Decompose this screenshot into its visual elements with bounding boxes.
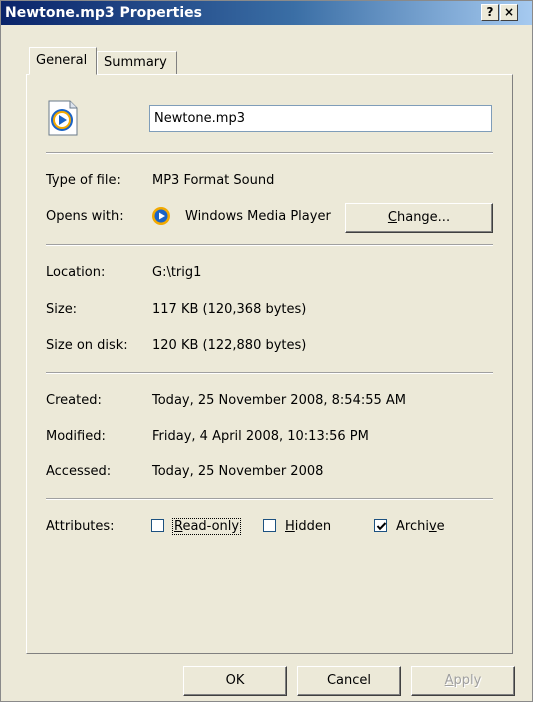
- separator: [46, 152, 493, 154]
- help-button[interactable]: ?: [481, 4, 499, 21]
- change-label: hange...: [396, 210, 451, 225]
- size-on-disk-label: Size on disk:: [46, 338, 128, 353]
- windows-media-file-icon: [46, 99, 80, 141]
- hidden-label[interactable]: Hidden: [285, 519, 331, 534]
- hidden-accelerator: H: [285, 519, 295, 534]
- size-label: Size:: [46, 302, 78, 317]
- read-only-label[interactable]: Read-only: [171, 518, 242, 535]
- title-bar[interactable]: Newtone.mp3 Properties: [1, 1, 532, 25]
- size-value: 117 KB (120,368 bytes): [152, 302, 307, 317]
- close-button[interactable]: ×: [500, 4, 518, 21]
- read-only-text: ead-only: [182, 519, 240, 534]
- ok-button[interactable]: OK: [183, 666, 287, 696]
- opens-with-value: Windows Media Player: [185, 209, 331, 224]
- archive-accelerator: v: [428, 519, 437, 534]
- change-button[interactable]: Change...: [345, 203, 493, 233]
- general-tab-panel: [26, 74, 513, 654]
- separator: [46, 372, 493, 374]
- window-title: Newtone.mp3 Properties: [5, 5, 202, 21]
- type-of-file-value: MP3 Format Sound: [152, 173, 275, 188]
- close-icon: ×: [503, 5, 515, 19]
- modified-label: Modified:: [46, 429, 106, 444]
- windows-media-player-icon: [151, 206, 171, 230]
- archive-text-start: Archi: [396, 519, 429, 534]
- created-value: Today, 25 November 2008, 8:54:55 AM: [152, 393, 407, 408]
- file-name-input[interactable]: [149, 105, 492, 132]
- created-label: Created:: [46, 393, 102, 408]
- read-only-checkbox[interactable]: [151, 519, 164, 532]
- apply-accelerator: A: [444, 673, 454, 688]
- modified-value: Friday, 4 April 2008, 10:13:56 PM: [152, 429, 369, 444]
- cancel-label: Cancel: [326, 673, 372, 688]
- separator: [46, 244, 493, 246]
- archive-checkbox[interactable]: [374, 519, 387, 532]
- apply-button[interactable]: Apply: [411, 666, 515, 696]
- opens-with-label: Opens with:: [46, 209, 124, 224]
- change-accelerator: C: [387, 210, 397, 225]
- tab-general[interactable]: General: [29, 47, 97, 75]
- type-of-file-label: Type of file:: [46, 173, 121, 188]
- help-icon: ?: [486, 5, 494, 19]
- location-label: Location:: [46, 265, 106, 280]
- archive-label[interactable]: Archive: [396, 519, 445, 534]
- attributes-label: Attributes:: [46, 519, 115, 534]
- size-on-disk-value: 120 KB (122,880 bytes): [152, 338, 307, 353]
- hidden-text: idden: [294, 519, 332, 534]
- apply-label: pply: [453, 673, 482, 688]
- properties-dialog: Newtone.mp3 Properties ? × General Summa…: [0, 0, 533, 702]
- accessed-label: Accessed:: [46, 464, 112, 479]
- hidden-checkbox[interactable]: [263, 519, 276, 532]
- checkmark-icon: [376, 522, 387, 531]
- tab-summary-label: Summary: [104, 55, 167, 70]
- ok-label: OK: [225, 673, 245, 688]
- tab-summary[interactable]: Summary: [97, 51, 177, 75]
- archive-text-end: e: [436, 519, 445, 534]
- cancel-button[interactable]: Cancel: [297, 666, 401, 696]
- tab-general-label: General: [36, 53, 88, 68]
- accessed-value: Today, 25 November 2008: [152, 464, 324, 479]
- location-value: G:\trig1: [152, 265, 202, 280]
- separator: [46, 498, 493, 500]
